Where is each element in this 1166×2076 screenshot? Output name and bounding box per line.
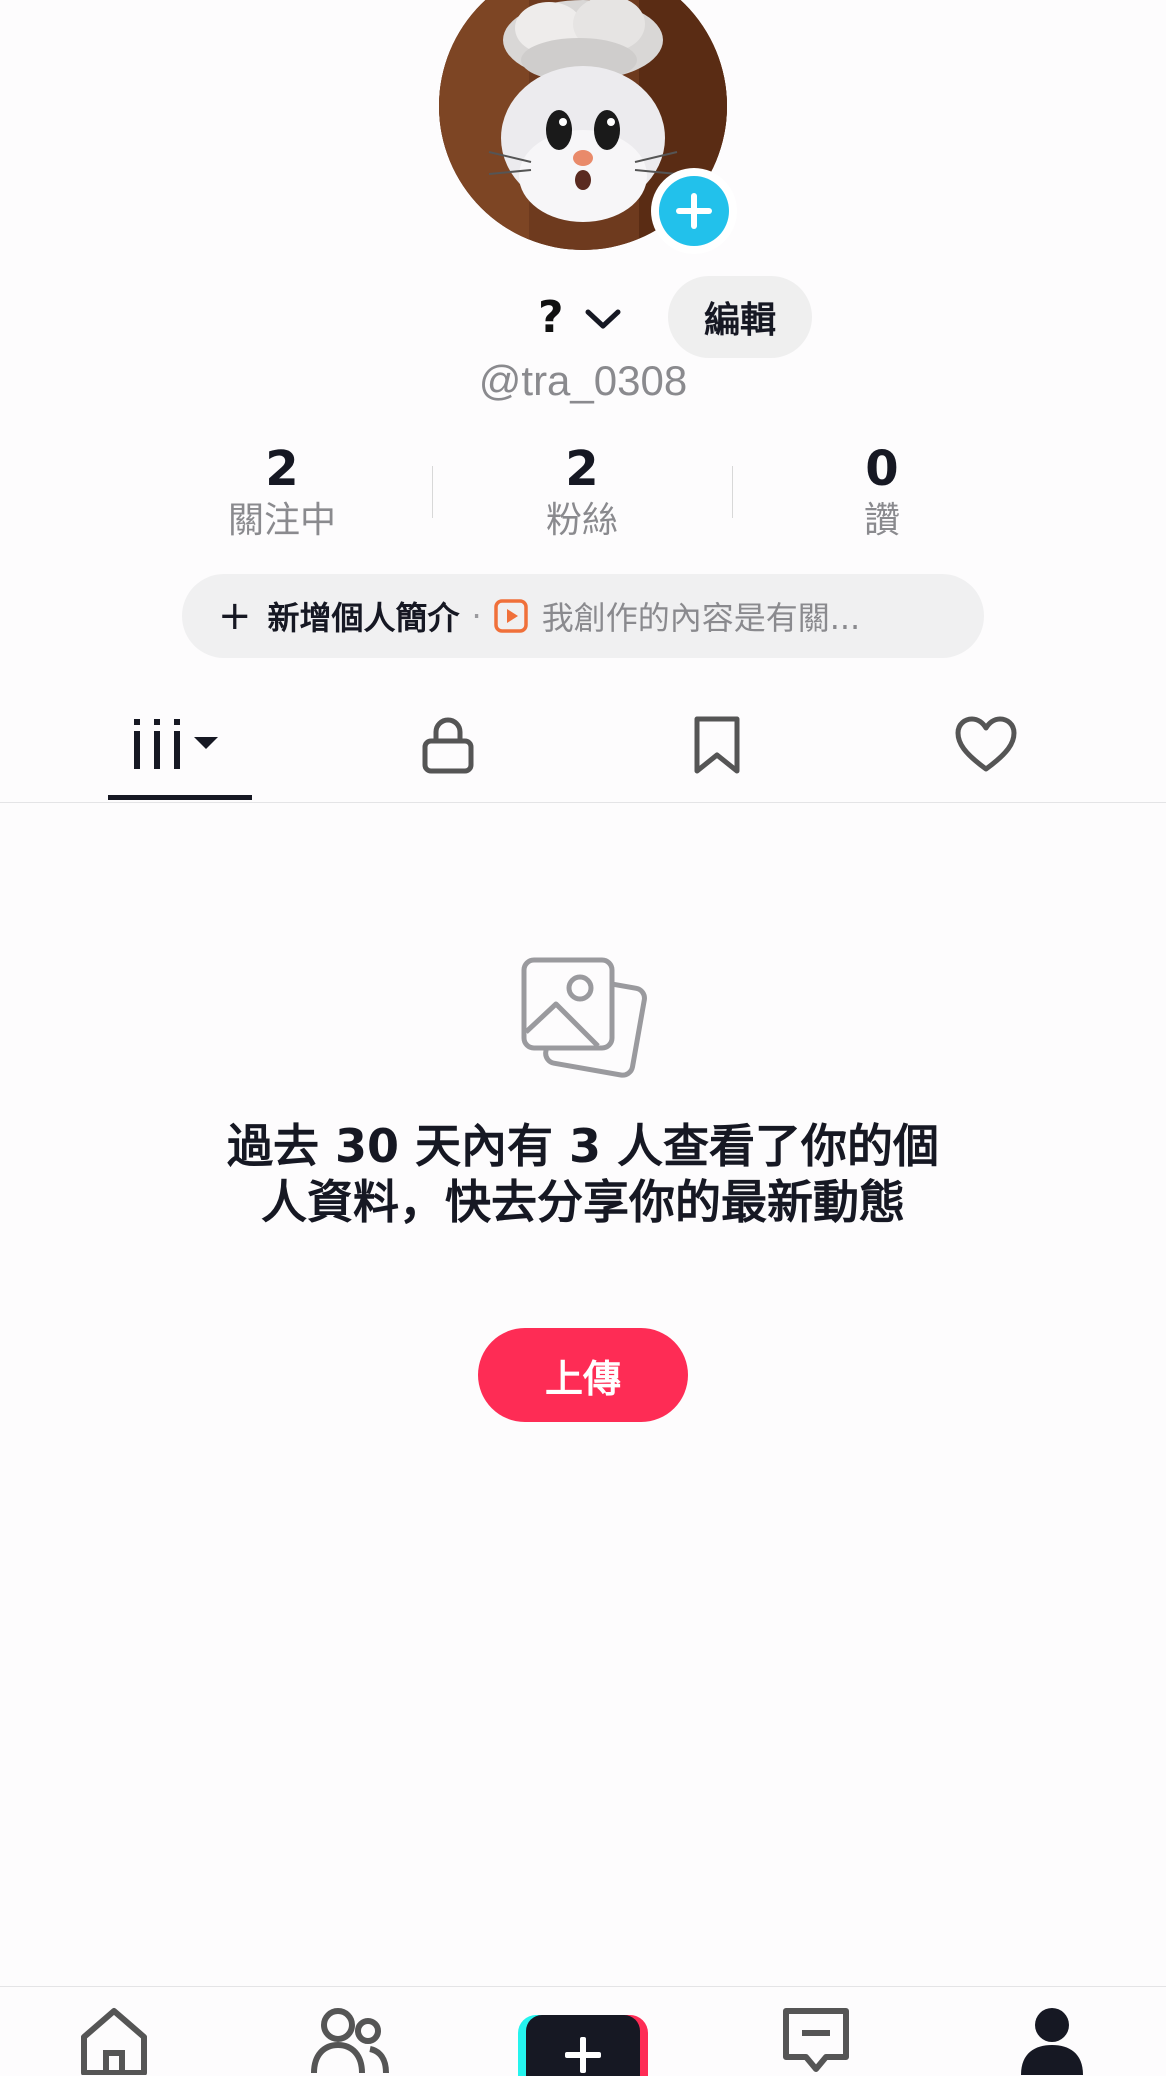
- stat-followers[interactable]: 2 粉絲: [432, 440, 732, 550]
- nav-create-button[interactable]: [518, 2015, 648, 2076]
- bookmark-icon: [694, 716, 740, 774]
- stat-label: 關注中: [227, 500, 336, 541]
- lock-icon: [422, 717, 474, 774]
- active-tab-indicator: [108, 795, 252, 800]
- stats-row: 2 關注中 2 粉絲 0 讚: [132, 440, 1032, 550]
- nav-friends[interactable]: [310, 2005, 390, 2076]
- stat-label: 粉絲: [545, 500, 618, 541]
- plus-icon: [659, 176, 729, 246]
- chevron-down-icon[interactable]: [582, 304, 624, 334]
- tab-liked[interactable]: [914, 688, 1058, 802]
- friends-icon: [311, 2008, 389, 2074]
- upload-button[interactable]: 上傳: [478, 1328, 688, 1422]
- stat-likes[interactable]: 0 讚: [732, 440, 1032, 550]
- create-plus-icon: [526, 2015, 640, 2076]
- stat-value: 0: [865, 441, 899, 497]
- stat-value: 2: [265, 441, 299, 497]
- username: @tra_0308: [478, 357, 688, 404]
- stat-value: 2: [565, 441, 599, 497]
- videos-grid-icon: [134, 719, 218, 769]
- nav-profile[interactable]: [1012, 2005, 1092, 2076]
- tab-private[interactable]: [376, 688, 520, 802]
- profile-icon: [1021, 2008, 1083, 2075]
- bottom-nav: [0, 1986, 1166, 2076]
- avatar-container[interactable]: [439, 0, 737, 254]
- plus-icon: +: [218, 593, 252, 639]
- content-category-label: 我創作的內容是有關...: [541, 599, 861, 637]
- display-name[interactable]: ?: [538, 290, 564, 346]
- stat-following[interactable]: 2 關注中: [132, 440, 432, 550]
- edit-profile-button[interactable]: 編輯: [668, 276, 812, 358]
- separator-dot: ·: [471, 597, 482, 635]
- heart-icon: [955, 716, 1017, 772]
- inbox-icon: [783, 2008, 849, 2072]
- add-bio-button[interactable]: + 新增個人簡介 · 我創作的內容是有關...: [182, 574, 984, 658]
- stat-label: 讚: [863, 500, 900, 541]
- avatar-add-button[interactable]: [651, 168, 737, 254]
- profile-tabs: [0, 688, 1166, 803]
- empty-state-message: 過去 30 天內有 3 人查看了你的個人資料，快去分享你的最新動態: [226, 1119, 940, 1229]
- nav-inbox[interactable]: [776, 2005, 856, 2076]
- nav-home[interactable]: [74, 2005, 154, 2076]
- add-bio-label: 新增個人簡介: [267, 599, 460, 637]
- profile-page: ? 編輯 @tra_0308 2 關注中 2 粉絲 0 讚 + 新增個人簡介 ·: [0, 0, 1166, 2076]
- photos-icon: [521, 957, 647, 1078]
- tab-saved[interactable]: [645, 688, 789, 802]
- tab-videos[interactable]: [108, 688, 252, 802]
- play-square-icon: [493, 599, 528, 633]
- home-icon: [81, 2008, 147, 2075]
- name-row: ? 編輯: [0, 276, 1166, 360]
